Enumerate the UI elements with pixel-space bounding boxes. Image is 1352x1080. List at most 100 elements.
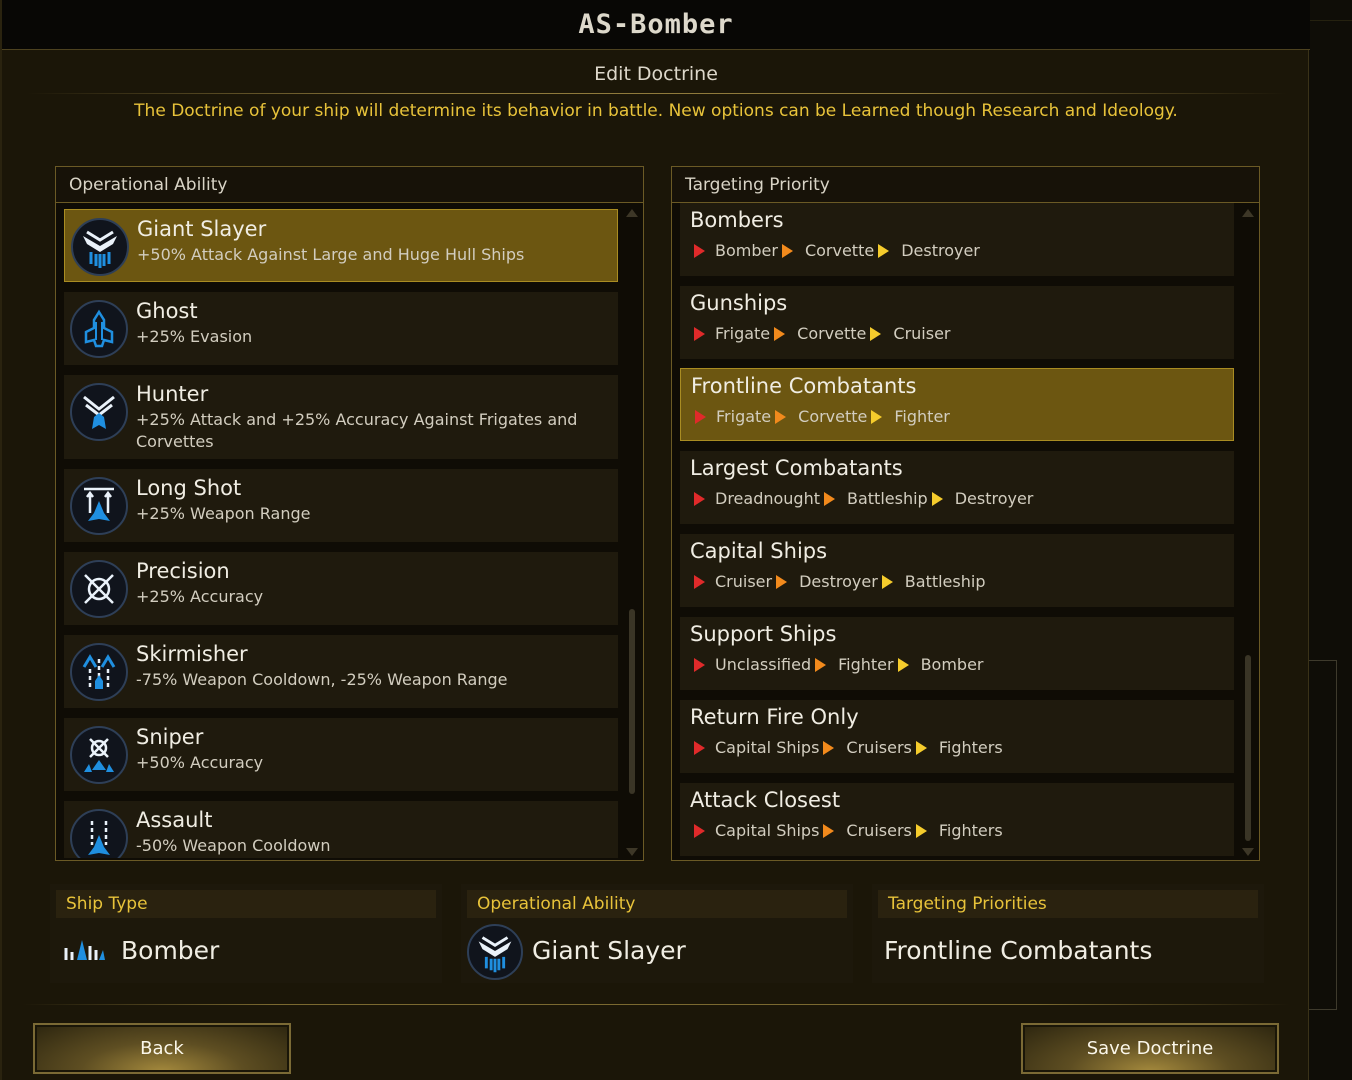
priority-3-target: Fighters xyxy=(938,821,1003,840)
priority-3-arrow-icon xyxy=(931,491,943,506)
priority-1-target: Capital Ships xyxy=(715,738,820,757)
ability-item-giant-slayer[interactable]: Giant Slayer +50% Attack Against Large a… xyxy=(64,209,618,282)
priority-1-arrow-icon xyxy=(694,243,705,258)
ability-description: +25% Accuracy xyxy=(136,587,264,606)
scroll-thumb[interactable] xyxy=(629,609,635,794)
bomber-class-icon xyxy=(64,936,106,962)
targeting-chain: Frigate Corvette Cruiser xyxy=(694,324,950,343)
priority-2-arrow-icon xyxy=(775,409,787,424)
scroll-down-arrow[interactable] xyxy=(1242,848,1254,856)
precision-icon xyxy=(70,560,128,618)
ability-name: Giant Slayer xyxy=(137,217,267,241)
back-button[interactable]: Back xyxy=(33,1023,291,1074)
ability-item-assault[interactable]: Assault -50% Weapon Cooldown xyxy=(64,801,618,858)
operational-ability-panel: Operational Ability Giant Slayer +50% At… xyxy=(55,166,644,861)
priority-3-arrow-icon xyxy=(871,409,883,424)
priority-3-target: Fighters xyxy=(938,738,1003,757)
scroll-up-arrow[interactable] xyxy=(626,209,638,217)
long-shot-icon xyxy=(70,477,128,535)
priority-2-target: Battleship xyxy=(847,489,928,508)
skirmisher-icon xyxy=(70,643,128,701)
ability-item-skirmisher[interactable]: Skirmisher -75% Weapon Cooldown, -25% We… xyxy=(64,635,618,708)
targeting-item-bombers[interactable]: Bombers Bomber Corvette Destroyer xyxy=(680,203,1234,276)
targeting-item-largest-combatants[interactable]: Largest Combatants Dreadnought Battleshi… xyxy=(680,451,1234,524)
hunter-icon xyxy=(70,383,128,441)
priority-1-target: Frigate xyxy=(716,407,772,426)
targeting-chain: Bomber Corvette Destroyer xyxy=(694,241,980,260)
targeting-item-frontline-combatants[interactable]: Frontline Combatants Frigate Corvette Fi… xyxy=(680,368,1234,441)
ability-description: +25% Evasion xyxy=(136,327,253,346)
priority-3-arrow-icon xyxy=(870,326,882,341)
priority-1-target: Capital Ships xyxy=(715,821,820,840)
targeting-item-return-fire-only[interactable]: Return Fire Only Capital Ships Cruisers … xyxy=(680,700,1234,773)
priority-3-arrow-icon xyxy=(915,740,927,755)
ability-item-long-shot[interactable]: Long Shot +25% Weapon Range xyxy=(64,469,618,542)
window-title: AS-Bomber xyxy=(578,9,734,40)
targeting-item-support-ships[interactable]: Support Ships Unclassified Fighter Bombe… xyxy=(680,617,1234,690)
ability-item-hunter[interactable]: Hunter +25% Attack and +25% Accuracy Aga… xyxy=(64,375,618,459)
targeting-item-capital-ships[interactable]: Capital Ships Cruiser Destroyer Battlesh… xyxy=(680,534,1234,607)
ability-description: +25% Weapon Range xyxy=(136,504,311,523)
ability-name: Assault xyxy=(136,808,213,832)
priority-2-target: Corvette xyxy=(798,407,868,426)
targeting-priorities-value: Frontline Combatants xyxy=(884,936,1153,965)
priority-3-target: Destroyer xyxy=(901,241,980,260)
ability-description: -75% Weapon Cooldown, -25% Weapon Range xyxy=(136,670,508,689)
targeting-chain: Cruiser Destroyer Battleship xyxy=(694,572,985,591)
giant-slayer-icon xyxy=(467,924,523,980)
priority-3-arrow-icon xyxy=(897,657,909,672)
priority-3-target: Battleship xyxy=(904,572,986,591)
priority-1-arrow-icon xyxy=(694,326,705,341)
ghost-icon xyxy=(70,300,128,358)
ability-name: Precision xyxy=(136,559,230,583)
scroll-down-arrow[interactable] xyxy=(626,848,638,856)
operational-ability-value: Giant Slayer xyxy=(532,936,686,965)
targeting-item-attack-closest[interactable]: Attack Closest Capital Ships Cruisers Fi… xyxy=(680,783,1234,856)
priority-3-target: Fighter xyxy=(894,407,950,426)
priority-2-target: Destroyer xyxy=(799,572,878,591)
save-doctrine-button[interactable]: Save Doctrine xyxy=(1021,1023,1279,1074)
priority-1-arrow-icon xyxy=(694,657,705,672)
ship-type-value: Bomber xyxy=(121,936,220,965)
operational-ability-summary: Operational Ability Giant Slayer xyxy=(461,884,853,983)
divider xyxy=(22,1004,1290,1005)
targeting-name: Return Fire Only xyxy=(690,705,859,729)
targeting-scrollbar[interactable] xyxy=(1241,209,1255,856)
targeting-name: Attack Closest xyxy=(690,788,841,812)
ability-scrollbar[interactable] xyxy=(625,209,639,856)
ability-name: Hunter xyxy=(136,382,209,406)
priority-3-target: Cruiser xyxy=(893,324,951,343)
doctrine-window: AS-Bomber Edit Doctrine The Doctrine of … xyxy=(0,0,1310,1080)
scroll-thumb[interactable] xyxy=(1245,655,1251,841)
ability-item-ghost[interactable]: Ghost +25% Evasion xyxy=(64,292,618,365)
targeting-name: Bombers xyxy=(690,208,784,232)
ability-name: Ghost xyxy=(136,299,198,323)
priority-1-target: Dreadnought xyxy=(715,489,820,508)
targeting-name: Largest Combatants xyxy=(690,456,903,480)
assault-icon xyxy=(70,809,128,858)
targeting-name: Support Ships xyxy=(690,622,837,646)
ability-description: +50% Accuracy xyxy=(136,753,264,772)
priority-2-arrow-icon xyxy=(776,574,788,589)
ability-name: Skirmisher xyxy=(136,642,248,666)
ability-description: +50% Attack Against Large and Huge Hull … xyxy=(137,245,525,264)
ability-item-precision[interactable]: Precision +25% Accuracy xyxy=(64,552,618,625)
targeting-name: Capital Ships xyxy=(690,539,828,563)
summary-header: Targeting Priorities xyxy=(878,890,1258,918)
priority-2-arrow-icon xyxy=(824,491,835,506)
priority-1-target: Frigate xyxy=(715,324,771,343)
background-edge xyxy=(1308,0,1352,1080)
giant-slayer-icon xyxy=(71,218,129,276)
priority-1-arrow-icon xyxy=(694,740,705,755)
priority-1-target: Unclassified xyxy=(715,655,812,674)
targeting-chain: Capital Ships Cruisers Fighters xyxy=(694,738,1003,757)
targeting-chain: Frigate Corvette Fighter xyxy=(695,407,950,426)
panel-header: Targeting Priority xyxy=(672,167,1259,203)
ability-item-sniper[interactable]: Sniper +50% Accuracy xyxy=(64,718,618,791)
scroll-up-arrow[interactable] xyxy=(1242,209,1254,217)
background-frame xyxy=(1309,660,1337,1010)
doctrine-description: The Doctrine of your ship will determine… xyxy=(134,101,1178,121)
targeting-item-gunships[interactable]: Gunships Frigate Corvette Cruiser xyxy=(680,286,1234,359)
divider xyxy=(27,93,1287,94)
priority-3-target: Destroyer xyxy=(954,489,1034,508)
